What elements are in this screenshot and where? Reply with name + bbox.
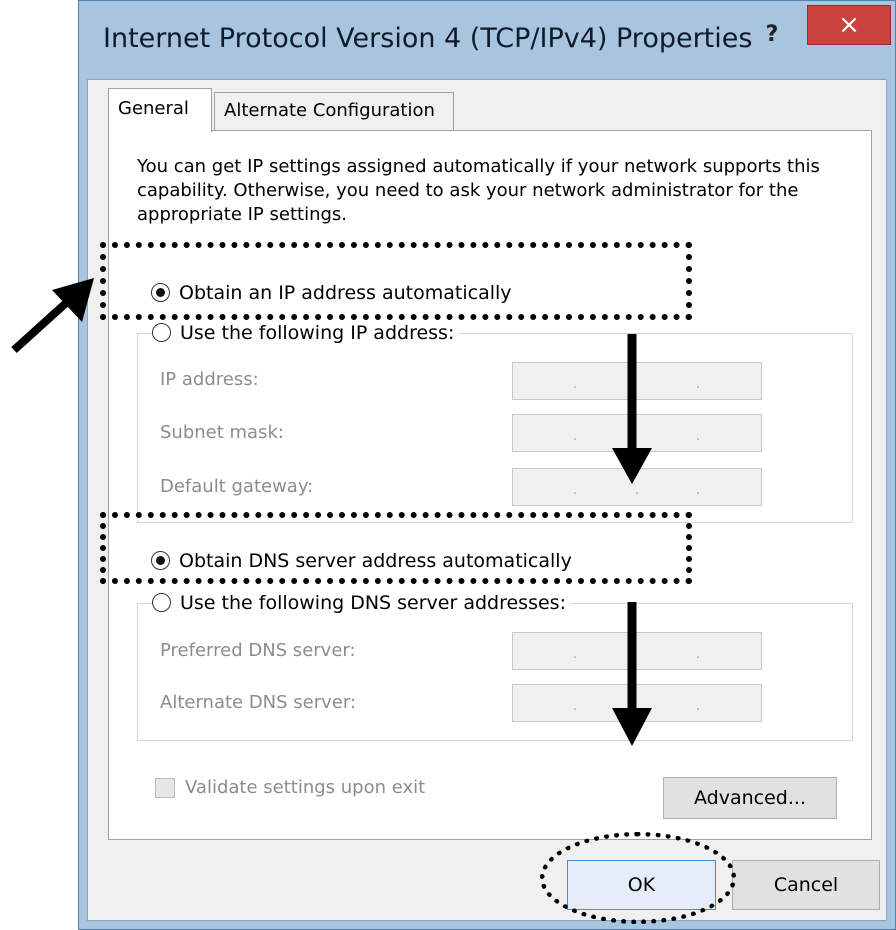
tab-general[interactable]: General [108, 88, 212, 132]
ok-button[interactable]: OK [567, 860, 716, 910]
alternate-dns-label: Alternate DNS server: [160, 692, 357, 713]
ip-address-label: IP address: [160, 369, 259, 390]
subnet-mask-label: Subnet mask: [160, 422, 284, 443]
dialog-window: Internet Protocol Version 4 (TCP/IPv4) P… [78, 0, 896, 930]
tab-alternate-configuration[interactable]: Alternate Configuration [214, 92, 454, 130]
advanced-button[interactable]: Advanced... [663, 777, 837, 819]
default-gateway-label: Default gateway: [160, 476, 314, 497]
radio-selected-icon [151, 283, 170, 302]
subnet-mask-input[interactable]: .. [512, 414, 762, 452]
alternate-dns-input[interactable]: .. [512, 684, 762, 722]
dialog-client-area: General Alternate Configuration You can … [87, 79, 887, 921]
obtain-ip-auto-label: Obtain an IP address automatically [179, 282, 512, 304]
validate-settings-checkbox[interactable]: Validate settings upon exit [155, 777, 425, 801]
ip-address-input[interactable]: .. [512, 362, 762, 400]
cancel-button[interactable]: Cancel [732, 860, 880, 910]
radio-unselected-icon [152, 323, 171, 342]
preferred-dns-input[interactable]: .. [512, 632, 762, 670]
radio-unselected-icon [152, 593, 171, 612]
radio-selected-icon [151, 551, 170, 570]
preferred-dns-label: Preferred DNS server: [160, 640, 356, 661]
dns-server-group: Use the following DNS server addresses: … [137, 591, 853, 741]
help-button[interactable]: ? [759, 23, 785, 49]
general-tab-panel: You can get IP settings assigned automat… [108, 130, 872, 840]
checkbox-unchecked-icon [155, 778, 175, 798]
obtain-ip-auto-radio[interactable]: Obtain an IP address automatically [151, 281, 512, 305]
window-title: Internet Protocol Version 4 (TCP/IPv4) P… [103, 23, 753, 54]
obtain-dns-auto-radio[interactable]: Obtain DNS server address automatically [151, 549, 572, 573]
use-following-ip-radio[interactable]: Use the following IP address: [152, 321, 459, 345]
use-following-dns-radio[interactable]: Use the following DNS server addresses: [152, 591, 570, 615]
ip-address-group: Use the following IP address: IP address… [137, 321, 853, 523]
description-text: You can get IP settings assigned automat… [137, 156, 820, 225]
close-button[interactable]: × [807, 5, 891, 45]
default-gateway-input[interactable]: ... [512, 468, 762, 506]
use-following-dns-label: Use the following DNS server addresses: [180, 592, 566, 614]
use-following-ip-label: Use the following IP address: [180, 322, 455, 344]
obtain-dns-auto-label: Obtain DNS server address automatically [179, 550, 572, 572]
title-bar[interactable]: Internet Protocol Version 4 (TCP/IPv4) P… [79, 1, 895, 79]
validate-settings-label: Validate settings upon exit [185, 777, 426, 798]
